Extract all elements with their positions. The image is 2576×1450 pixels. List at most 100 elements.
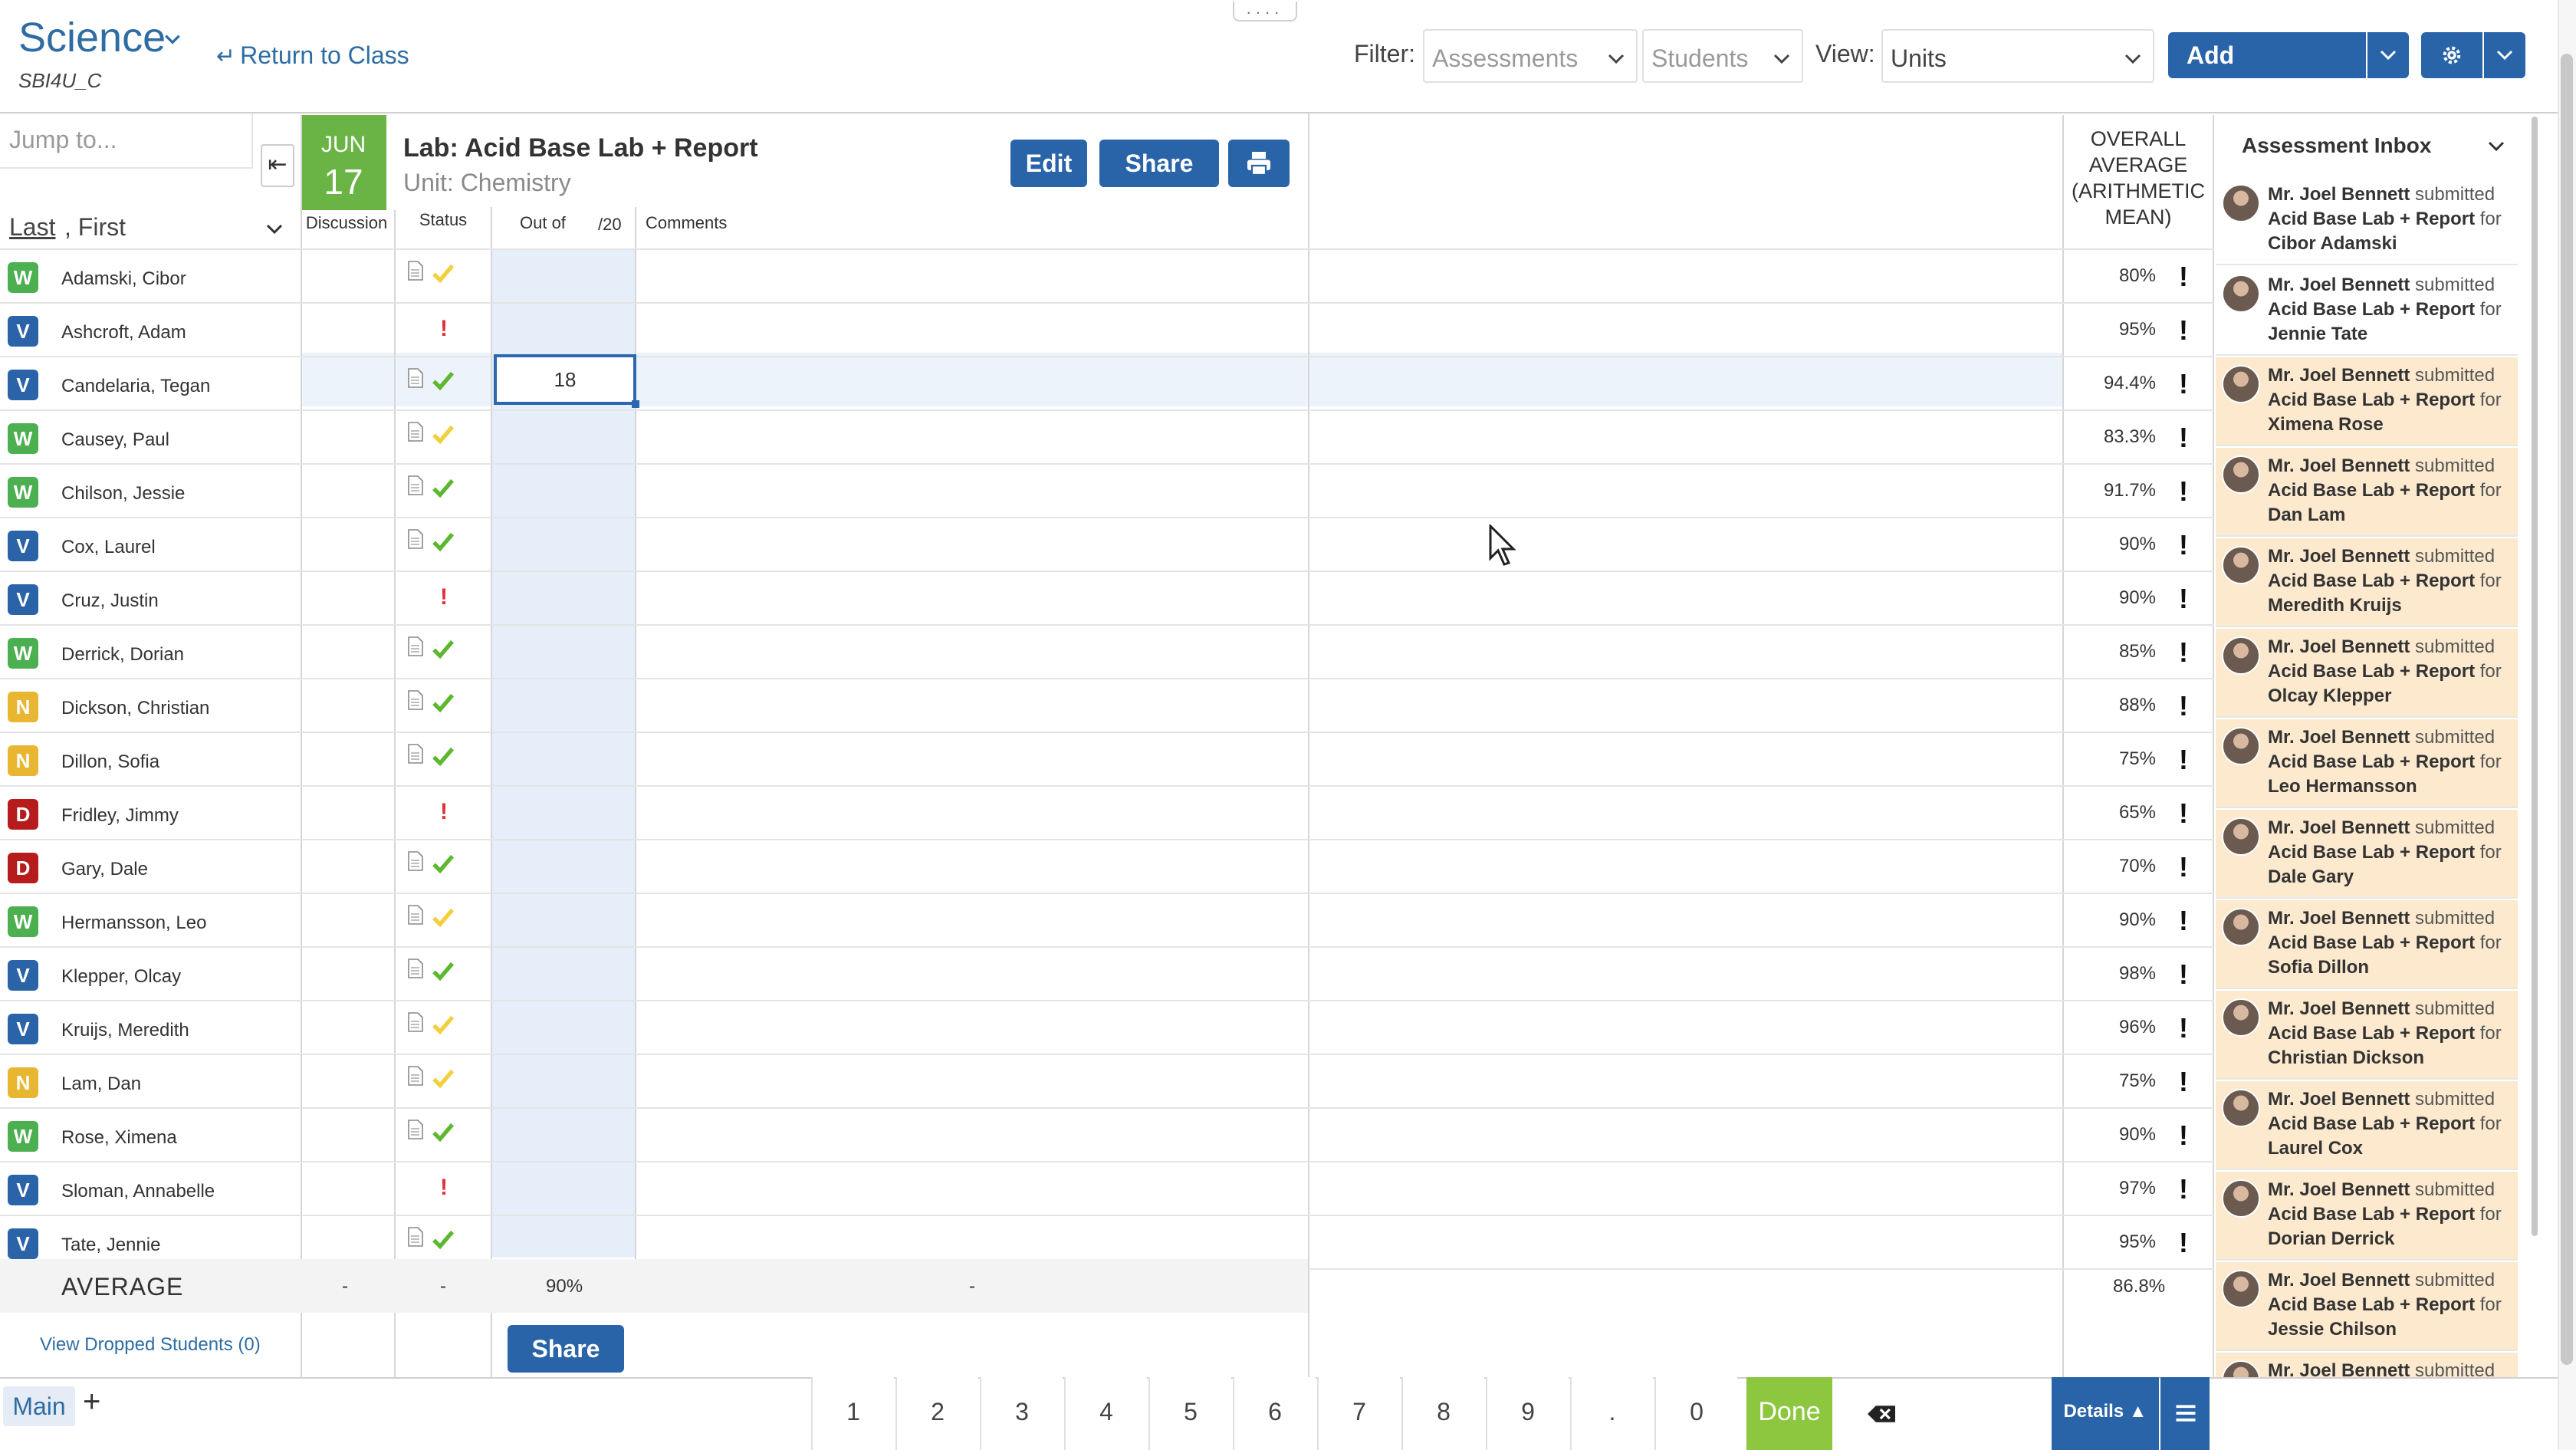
- overall-flag-icon[interactable]: !: [2179, 475, 2188, 508]
- view-dropped-students-link[interactable]: View Dropped Students (0): [40, 1334, 261, 1356]
- check-icon[interactable]: [431, 261, 455, 285]
- student-row[interactable]: V Cox, Laurel: [0, 518, 301, 572]
- collapse-panel-button[interactable]: ⇤: [261, 144, 294, 187]
- inbox-item[interactable]: Mr. Joel Bennett submitted Acid Base Lab …: [2216, 1172, 2518, 1261]
- add-assessment-dropdown-button[interactable]: [2367, 32, 2409, 78]
- details-button[interactable]: Details ▲: [2052, 1377, 2159, 1450]
- check-icon[interactable]: [431, 475, 455, 500]
- return-to-class-link[interactable]: ↵ Return to Class: [216, 41, 409, 70]
- view-select[interactable]: Units: [1881, 29, 2154, 83]
- check-icon[interactable]: [431, 422, 455, 446]
- document-icon[interactable]: [408, 368, 423, 388]
- document-icon[interactable]: [408, 1066, 423, 1086]
- keypad-key[interactable]: 9: [1486, 1377, 1569, 1450]
- student-row[interactable]: D Fridley, Jimmy: [0, 787, 301, 840]
- overall-flag-icon[interactable]: !: [2179, 636, 2188, 669]
- inbox-item[interactable]: Mr. Joel Bennett submitted Acid Base Lab …: [2216, 719, 2518, 808]
- check-icon[interactable]: [431, 1227, 455, 1251]
- overall-flag-icon[interactable]: !: [2179, 1173, 2188, 1205]
- student-name[interactable]: Klepper, Olcay: [61, 966, 181, 988]
- sort-first[interactable]: , First: [64, 213, 126, 242]
- keypad-key[interactable]: 2: [895, 1377, 978, 1450]
- keypad-key[interactable]: 4: [1064, 1377, 1147, 1450]
- document-icon[interactable]: [408, 905, 423, 925]
- inbox-item[interactable]: Mr. Joel Bennett submitted Acid Base Lab …: [2216, 267, 2518, 356]
- chevron-down-icon[interactable]: [163, 29, 182, 49]
- inbox-item[interactable]: Mr. Joel Bennett submitted Acid Base Lab …: [2216, 1262, 2518, 1351]
- student-row[interactable]: W Rose, Ximena: [0, 1109, 301, 1162]
- overall-flag-icon[interactable]: !: [2179, 905, 2188, 937]
- overall-flag-icon[interactable]: !: [2179, 583, 2188, 615]
- overall-flag-icon[interactable]: !: [2179, 744, 2188, 776]
- student-row[interactable]: V Ashcroft, Adam: [0, 304, 301, 357]
- student-name[interactable]: Adamski, Cibor: [61, 268, 186, 290]
- overall-flag-icon[interactable]: !: [2179, 1227, 2188, 1259]
- overall-flag-icon[interactable]: !: [2179, 1120, 2188, 1152]
- student-row[interactable]: D Gary, Dale: [0, 840, 301, 894]
- document-icon[interactable]: [408, 851, 423, 871]
- add-tab-button[interactable]: +: [83, 1385, 100, 1419]
- student-name[interactable]: Lam, Dan: [61, 1074, 141, 1095]
- inbox-item[interactable]: Mr. Joel Bennett submitted Acid Base Lab …: [2216, 357, 2518, 446]
- inbox-item[interactable]: Mr. Joel Bennett submitted Acid Base Lab …: [2216, 629, 2518, 718]
- check-icon[interactable]: [431, 1066, 455, 1090]
- chevron-down-icon[interactable]: [2487, 136, 2505, 155]
- check-icon[interactable]: [431, 744, 455, 768]
- student-row[interactable]: V Klepper, Olcay: [0, 948, 301, 1001]
- student-name[interactable]: Fridley, Jimmy: [61, 805, 179, 827]
- assessment-title[interactable]: Lab: Acid Base Lab + Report: [403, 133, 758, 163]
- student-name[interactable]: Ashcroft, Adam: [61, 322, 186, 344]
- document-icon[interactable]: [408, 744, 423, 764]
- keypad-key[interactable]: .: [1570, 1377, 1653, 1450]
- student-name[interactable]: Cox, Laurel: [61, 537, 156, 558]
- overall-flag-icon[interactable]: !: [2179, 797, 2188, 830]
- keypad-key[interactable]: 3: [980, 1377, 1063, 1450]
- overall-flag-icon[interactable]: !: [2179, 690, 2188, 722]
- inbox-item[interactable]: Mr. Joel Bennett submitted Acid Base Lab …: [2216, 810, 2518, 899]
- document-icon[interactable]: [408, 1012, 423, 1032]
- overall-flag-icon[interactable]: !: [2179, 314, 2188, 347]
- assessments-filter-select[interactable]: Assessments: [1423, 29, 1638, 83]
- student-name[interactable]: Hermansson, Leo: [61, 912, 206, 934]
- sort-last[interactable]: Last: [9, 213, 55, 242]
- edit-button[interactable]: Edit: [1010, 140, 1087, 187]
- student-row[interactable]: W Causey, Paul: [0, 411, 301, 465]
- student-row[interactable]: W Chilson, Jessie: [0, 465, 301, 518]
- overall-flag-icon[interactable]: !: [2179, 958, 2188, 991]
- student-row[interactable]: W Adamski, Cibor: [0, 250, 301, 304]
- student-name[interactable]: Gary, Dale: [61, 859, 148, 880]
- drag-handle[interactable]: ....: [1233, 0, 1297, 21]
- document-icon[interactable]: [408, 958, 423, 978]
- check-icon[interactable]: [431, 851, 455, 876]
- menu-button[interactable]: [2160, 1377, 2210, 1450]
- student-row[interactable]: W Hermansson, Leo: [0, 894, 301, 948]
- student-name[interactable]: Kruijs, Meredith: [61, 1020, 189, 1041]
- student-name[interactable]: Cruz, Justin: [61, 590, 159, 612]
- student-row[interactable]: N Lam, Dan: [0, 1055, 301, 1109]
- student-row[interactable]: W Derrick, Dorian: [0, 626, 301, 679]
- keypad-key[interactable]: 8: [1401, 1377, 1484, 1450]
- keypad-key[interactable]: 7: [1317, 1377, 1400, 1450]
- chevron-down-icon[interactable]: [265, 219, 284, 238]
- inbox-item[interactable]: Mr. Joel Bennett submitted Acid Base Lab …: [2216, 900, 2518, 989]
- overall-flag-icon[interactable]: !: [2179, 1012, 2188, 1044]
- student-name[interactable]: Derrick, Dorian: [61, 644, 184, 666]
- fill-handle[interactable]: [632, 400, 639, 408]
- overall-flag-icon[interactable]: !: [2179, 368, 2188, 400]
- inbox-item[interactable]: Mr. Joel Bennett submitted Acid Base Lab …: [2216, 538, 2518, 627]
- backspace-key[interactable]: [1838, 1377, 1921, 1450]
- document-icon[interactable]: [408, 529, 423, 549]
- missing-status-icon[interactable]: !: [440, 584, 448, 610]
- keypad-key[interactable]: 6: [1233, 1377, 1316, 1450]
- settings-button[interactable]: [2421, 32, 2482, 78]
- overall-flag-icon[interactable]: !: [2179, 422, 2188, 454]
- document-icon[interactable]: [408, 1120, 423, 1139]
- document-icon[interactable]: [408, 261, 423, 281]
- document-icon[interactable]: [408, 690, 423, 710]
- student-name[interactable]: Tate, Jennie: [61, 1235, 160, 1256]
- inbox-item[interactable]: Mr. Joel Bennett submitted Acid Base Lab …: [2216, 991, 2518, 1080]
- missing-status-icon[interactable]: !: [440, 799, 448, 825]
- jump-to-input[interactable]: Jump to...: [0, 113, 253, 169]
- student-name[interactable]: Causey, Paul: [61, 429, 169, 451]
- check-icon[interactable]: [431, 958, 455, 983]
